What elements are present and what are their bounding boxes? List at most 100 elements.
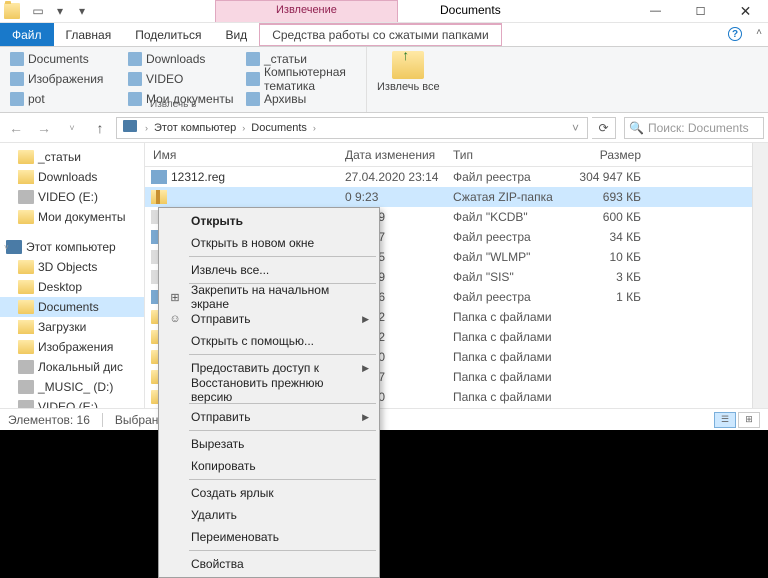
search-icon: 🔍: [629, 121, 644, 135]
recent-locations-button[interactable]: ˅: [60, 116, 84, 140]
column-headers: Имя Дата изменения Тип Размер: [145, 143, 752, 167]
file-row[interactable]: 12312.reg27.04.2020 23:14Файл реестра304…: [145, 167, 752, 187]
help-button[interactable]: ?: [728, 27, 742, 41]
pinned-label: VIDEO: [146, 72, 183, 86]
pinned-location[interactable]: VIDEO: [124, 69, 242, 89]
tab-share[interactable]: Поделиться: [123, 23, 213, 46]
nav-label: VIDEO (E:): [38, 400, 98, 408]
col-size[interactable]: Размер: [573, 148, 651, 162]
breadcrumb-item[interactable]: Documents: [247, 120, 311, 136]
window-title: Documents: [440, 3, 501, 17]
nav-label: Этот компьютер: [26, 240, 116, 254]
menu-separator: [189, 479, 376, 480]
menu-item[interactable]: Вырезать: [161, 433, 377, 455]
nav-label: 3D Objects: [38, 260, 97, 274]
nav-item[interactable]: Мои документы: [0, 207, 144, 227]
titlebar: ▭ ▾ ▾ Извлечение Documents — ☐ ✕: [0, 0, 768, 23]
nav-label: Изображения: [38, 340, 113, 354]
tab-view[interactable]: Вид: [213, 23, 259, 46]
pinned-location[interactable]: Компьютерная тематика: [242, 69, 360, 89]
folder-icon: [18, 260, 34, 274]
file-row[interactable]: 0 9:23Сжатая ZIP-папка693 КБ: [145, 187, 752, 207]
qat-customize[interactable]: ▾: [72, 1, 92, 21]
menu-item[interactable]: Копировать: [161, 455, 377, 477]
chevron-right-icon[interactable]: ›: [311, 123, 318, 133]
nav-item[interactable]: Загрузки: [0, 317, 144, 337]
menu-item[interactable]: Переименовать: [161, 526, 377, 548]
menu-label: Копировать: [191, 459, 256, 473]
menu-item[interactable]: Открыть с помощью...: [161, 330, 377, 352]
navigation-pane[interactable]: _статьиDownloadsVIDEO (E:)Мои документы˅…: [0, 143, 145, 408]
col-type[interactable]: Тип: [453, 148, 573, 162]
qat-properties[interactable]: ▭: [28, 1, 48, 21]
pin-icon: [128, 52, 142, 66]
nav-item[interactable]: Documents: [0, 297, 144, 317]
menu-item[interactable]: Свойства: [161, 553, 377, 575]
pin-icon: [128, 72, 142, 86]
view-details-button[interactable]: ☰: [714, 412, 736, 428]
menu-item[interactable]: Открыть в новом окне: [161, 232, 377, 254]
menu-item[interactable]: ☺Отправить▶: [161, 308, 377, 330]
file-size: 600 КБ: [573, 210, 651, 224]
pinned-location[interactable]: Архивы: [242, 89, 360, 109]
col-date[interactable]: Дата изменения: [345, 148, 453, 162]
file-size: 3 КБ: [573, 270, 651, 284]
menu-label: Создать ярлык: [191, 486, 274, 500]
nav-item[interactable]: VIDEO (E:): [0, 187, 144, 207]
nav-item[interactable]: Локальный дис: [0, 357, 144, 377]
menu-item[interactable]: Создать ярлык: [161, 482, 377, 504]
nav-item[interactable]: 3D Objects: [0, 257, 144, 277]
tab-file[interactable]: Файл: [0, 23, 54, 46]
pinned-label: _статьи: [264, 52, 307, 66]
menu-item[interactable]: Открыть: [161, 210, 377, 232]
view-icons-button[interactable]: ⊞: [738, 412, 760, 428]
nav-item[interactable]: VIDEO (E:): [0, 397, 144, 408]
pin-icon: [246, 52, 260, 66]
refresh-button[interactable]: ⟳: [592, 117, 616, 139]
file-icon: [151, 190, 167, 204]
extract-all-button[interactable]: Извлечь все: [367, 47, 450, 112]
tab-home[interactable]: Главная: [54, 23, 124, 46]
nav-item[interactable]: Изображения: [0, 337, 144, 357]
menu-item[interactable]: ⊞Закрепить на начальном экране: [161, 286, 377, 308]
pinned-label: pot: [28, 92, 45, 106]
file-size: 1 КБ: [573, 290, 651, 304]
breadcrumb-item[interactable]: Этот компьютер: [150, 120, 240, 136]
menu-label: Открыть в новом окне: [191, 236, 314, 250]
collapse-ribbon-icon[interactable]: ˄: [756, 27, 762, 38]
nav-item[interactable]: _MUSIC_ (D:): [0, 377, 144, 397]
pinned-location[interactable]: Изображения: [6, 69, 124, 89]
breadcrumb-dropdown-icon[interactable]: ˅: [566, 121, 585, 135]
file-type: Папка с файлами: [453, 310, 573, 324]
pinned-location[interactable]: Documents: [6, 49, 124, 69]
chevron-right-icon[interactable]: ›: [240, 123, 247, 133]
menu-label: Закрепить на начальном экране: [191, 283, 357, 311]
forward-button[interactable]: →: [32, 116, 56, 140]
context-menu[interactable]: Открыть Открыть в новом окне Извлечь все..…: [158, 207, 380, 578]
pinned-location[interactable]: pot: [6, 89, 124, 109]
minimize-button[interactable]: —: [633, 0, 678, 22]
search-input[interactable]: 🔍 Поиск: Documents: [624, 117, 764, 139]
nav-item[interactable]: ˅ Этот компьютер: [0, 237, 144, 257]
col-name[interactable]: Имя: [145, 148, 345, 162]
pinned-location[interactable]: Downloads: [124, 49, 242, 69]
chevron-right-icon[interactable]: ›: [143, 123, 150, 133]
tab-compressed-tools[interactable]: Средства работы со сжатыми папками: [259, 23, 502, 46]
chevron-icon[interactable]: ˅: [4, 243, 9, 252]
menu-item[interactable]: Извлечь все...: [161, 259, 377, 281]
menu-item[interactable]: Удалить: [161, 504, 377, 526]
breadcrumb-bar[interactable]: › Этот компьютер › Documents › ˅: [116, 117, 588, 139]
nav-item[interactable]: Downloads: [0, 167, 144, 187]
maximize-button[interactable]: ☐: [678, 0, 723, 22]
qat-newfolder[interactable]: ▾: [50, 1, 70, 21]
back-button[interactable]: ←: [4, 116, 28, 140]
pin-icon: [246, 72, 260, 86]
menu-item[interactable]: Отправить▶: [161, 406, 377, 428]
pinned-label: Documents: [28, 52, 89, 66]
up-button[interactable]: ↑: [88, 116, 112, 140]
menu-item[interactable]: Восстановить прежнюю версию: [161, 379, 377, 401]
nav-item[interactable]: Desktop: [0, 277, 144, 297]
close-button[interactable]: ✕: [723, 0, 768, 22]
scrollbar-vertical[interactable]: [752, 143, 768, 408]
nav-item[interactable]: _статьи: [0, 147, 144, 167]
